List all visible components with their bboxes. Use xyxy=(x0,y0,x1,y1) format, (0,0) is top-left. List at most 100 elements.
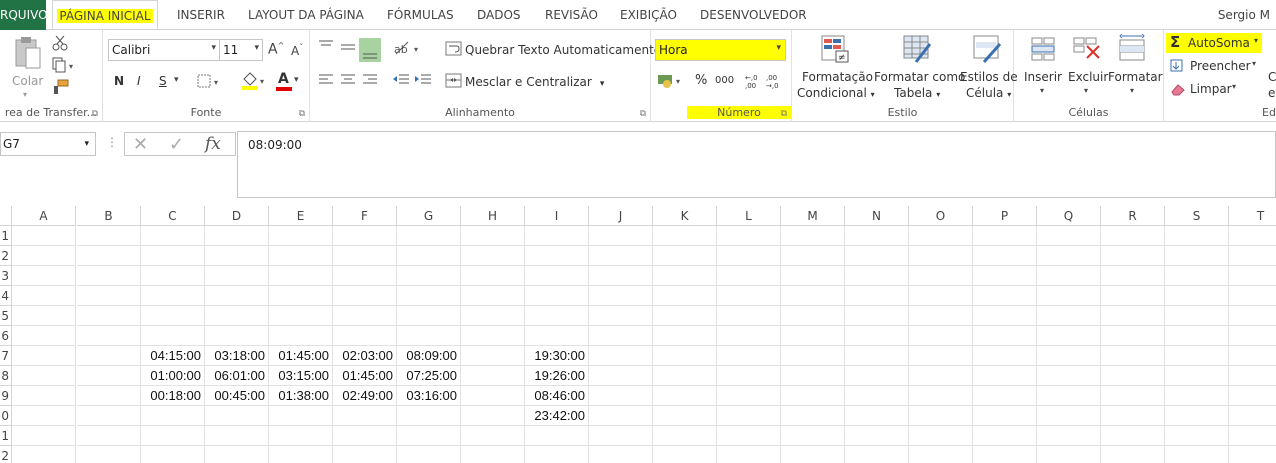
cell-D10[interactable] xyxy=(205,406,269,426)
cell-L10[interactable] xyxy=(717,406,781,426)
tab-page-layout[interactable]: LAYOUT DA PÁGINA xyxy=(248,0,364,30)
cell-F2[interactable] xyxy=(333,246,397,266)
cell-S8[interactable] xyxy=(1165,366,1229,386)
cell-G3[interactable] xyxy=(397,266,461,286)
cell-Q9[interactable] xyxy=(1037,386,1101,406)
cell-K7[interactable] xyxy=(653,346,717,366)
cell-P1[interactable] xyxy=(973,226,1037,246)
cell-L8[interactable] xyxy=(717,366,781,386)
cell-L7[interactable] xyxy=(717,346,781,366)
cell-N5[interactable] xyxy=(845,306,909,326)
cell-A2[interactable] xyxy=(12,246,76,266)
column-header-C[interactable]: C xyxy=(141,206,205,226)
column-header-I[interactable]: I xyxy=(525,206,589,226)
column-header-H[interactable]: H xyxy=(461,206,525,226)
cell-N11[interactable] xyxy=(845,426,909,446)
insert-function-icon[interactable]: fx xyxy=(205,134,221,154)
cell-N1[interactable] xyxy=(845,226,909,246)
cell-D11[interactable] xyxy=(205,426,269,446)
column-header-S[interactable]: S xyxy=(1165,206,1229,226)
cell-E6[interactable] xyxy=(269,326,333,346)
insert-cells-button[interactable]: Inserir ▾ xyxy=(1022,34,1066,102)
cell-F7[interactable]: 02:03:00 xyxy=(333,346,397,366)
cell-H2[interactable] xyxy=(461,246,525,266)
cell-C1[interactable] xyxy=(141,226,205,246)
currency-icon[interactable]: ▾ xyxy=(657,72,683,90)
cell-T3[interactable] xyxy=(1229,266,1276,286)
cell-P3[interactable] xyxy=(973,266,1037,286)
cell-I12[interactable] xyxy=(525,446,589,463)
cell-A9[interactable] xyxy=(12,386,76,406)
cell-O3[interactable] xyxy=(909,266,973,286)
row-header-6[interactable]: 6 xyxy=(0,326,12,346)
cell-K5[interactable] xyxy=(653,306,717,326)
cell-H5[interactable] xyxy=(461,306,525,326)
formula-input[interactable]: 08:09:00 xyxy=(237,131,1276,198)
cell-J12[interactable] xyxy=(589,446,653,463)
percent-button[interactable]: % xyxy=(695,73,707,88)
cell-J9[interactable] xyxy=(589,386,653,406)
cell-R6[interactable] xyxy=(1101,326,1165,346)
cell-E9[interactable]: 01:38:00 xyxy=(269,386,333,406)
thousands-button[interactable]: 000 xyxy=(715,75,734,86)
cell-E8[interactable]: 03:15:00 xyxy=(269,366,333,386)
cell-F1[interactable] xyxy=(333,226,397,246)
copy-icon[interactable]: ▾ xyxy=(52,57,76,73)
cell-L2[interactable] xyxy=(717,246,781,266)
cell-M11[interactable] xyxy=(781,426,845,446)
grow-font-button[interactable]: A^ xyxy=(268,41,284,58)
cell-Q3[interactable] xyxy=(1037,266,1101,286)
cell-K2[interactable] xyxy=(653,246,717,266)
column-header-N[interactable]: N xyxy=(845,206,909,226)
cell-N7[interactable] xyxy=(845,346,909,366)
cell-M8[interactable] xyxy=(781,366,845,386)
cell-F11[interactable] xyxy=(333,426,397,446)
increase-indent-icon[interactable] xyxy=(414,73,432,87)
fill-color-icon[interactable]: ▾ xyxy=(241,70,267,92)
cell-R4[interactable] xyxy=(1101,286,1165,306)
cell-L4[interactable] xyxy=(717,286,781,306)
column-header-A[interactable]: A xyxy=(12,206,76,226)
cell-K4[interactable] xyxy=(653,286,717,306)
cell-A12[interactable] xyxy=(12,446,76,463)
cell-P4[interactable] xyxy=(973,286,1037,306)
cell-O2[interactable] xyxy=(909,246,973,266)
cell-J4[interactable] xyxy=(589,286,653,306)
cell-B4[interactable] xyxy=(77,286,141,306)
cell-F9[interactable]: 02:49:00 xyxy=(333,386,397,406)
tab-formulas[interactable]: FÓRMULAS xyxy=(387,0,454,30)
cell-R10[interactable] xyxy=(1101,406,1165,426)
tab-file[interactable]: RQUIVO xyxy=(0,0,48,30)
cell-S12[interactable] xyxy=(1165,446,1229,463)
align-bottom-button[interactable] xyxy=(359,38,381,62)
cell-M10[interactable] xyxy=(781,406,845,426)
cell-B3[interactable] xyxy=(77,266,141,286)
cell-T5[interactable] xyxy=(1229,306,1276,326)
cell-G10[interactable] xyxy=(397,406,461,426)
cell-C6[interactable] xyxy=(141,326,205,346)
column-header-P[interactable]: P xyxy=(973,206,1037,226)
decrease-decimal-icon[interactable]: ,00→,0 xyxy=(766,72,784,90)
cell-G8[interactable]: 07:25:00 xyxy=(397,366,461,386)
cell-I4[interactable] xyxy=(525,286,589,306)
cell-C9[interactable]: 00:18:00 xyxy=(141,386,205,406)
cell-I10[interactable]: 23:42:00 xyxy=(525,406,589,426)
cell-T2[interactable] xyxy=(1229,246,1276,266)
user-name[interactable]: Sergio M xyxy=(1218,0,1270,30)
cell-B1[interactable] xyxy=(77,226,141,246)
row-header-8[interactable]: 8 xyxy=(0,366,12,386)
cell-N2[interactable] xyxy=(845,246,909,266)
wrap-text-button[interactable]: Quebrar Texto Automaticamente xyxy=(465,43,661,57)
enter-icon[interactable]: ✓ xyxy=(169,134,184,155)
cell-P9[interactable] xyxy=(973,386,1037,406)
cell-S5[interactable] xyxy=(1165,306,1229,326)
italic-button[interactable]: I xyxy=(137,74,141,88)
cell-H11[interactable] xyxy=(461,426,525,446)
cell-P8[interactable] xyxy=(973,366,1037,386)
align-top-icon[interactable] xyxy=(318,39,334,53)
format-cells-button[interactable]: Formatar ▾ xyxy=(1106,34,1163,102)
row-header-1[interactable]: 1 xyxy=(0,226,12,246)
row-header-4[interactable]: 4 xyxy=(0,286,12,306)
sort-filter-partial-label[interactable]: C xyxy=(1268,70,1276,84)
cell-I7[interactable]: 19:30:00 xyxy=(525,346,589,366)
